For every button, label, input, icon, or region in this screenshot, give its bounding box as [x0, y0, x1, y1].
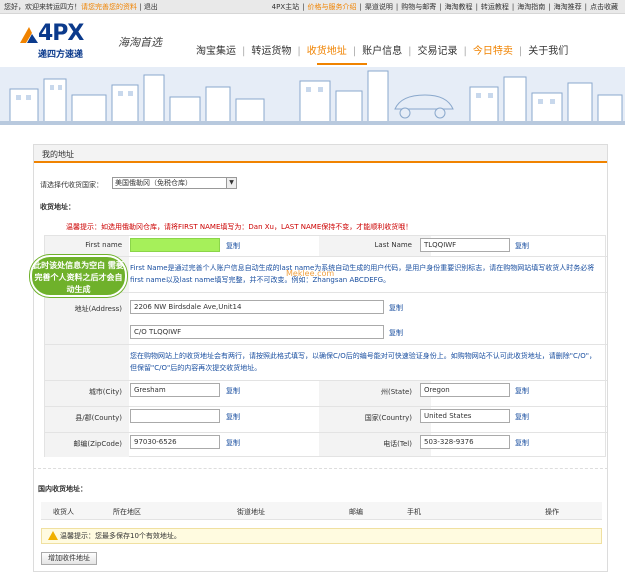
col-region: 所在地区	[113, 508, 141, 516]
top-link-tutorial[interactable]: 海淘教程	[442, 3, 476, 11]
copy-tel-button[interactable]: 复制	[515, 438, 529, 448]
county-label: 县/郡(County)	[75, 414, 122, 422]
col-street: 街道地址	[237, 508, 265, 516]
last-name-label: Last Name	[374, 241, 412, 249]
tel-field[interactable]: 503-328-9376	[420, 435, 510, 449]
slogan: 海淘首选	[118, 36, 162, 49]
country-select[interactable]: 美国俄勒冈（免税仓库） ▼	[112, 177, 237, 189]
address-section-title: 收货地址：	[40, 203, 75, 211]
top-bar-links: 4PX主站 | 价格与服务介绍 | 渠道说明 | 购物与邮寄 | 海淘教程 | 转运教程 | 海淘指南 |…	[269, 0, 621, 14]
copy-address-line1-button[interactable]: 复制	[389, 303, 403, 313]
domestic-address-title: 国内收货地址：	[38, 485, 87, 493]
add-address-button[interactable]: 增加收件地址	[41, 552, 97, 565]
hint-name-format: First Name是通过完善个人账户信息自动生成的last name为系统自动…	[130, 264, 595, 284]
top-link-forwarding-tutorial[interactable]: 转运教程	[478, 3, 512, 11]
copy-state-button[interactable]: 复制	[515, 386, 529, 396]
city-field[interactable]: Gresham	[130, 383, 220, 397]
warning-icon	[48, 531, 58, 540]
nav-account[interactable]: 账户信息	[362, 46, 402, 57]
copy-county-button[interactable]: 复制	[226, 412, 240, 422]
col-actions: 操作	[545, 508, 559, 516]
city-banner	[0, 67, 625, 125]
brand-logo[interactable]: 4PX 递四方速递	[18, 21, 110, 60]
logo-brand: 4PX	[38, 21, 84, 46]
address-label: 地址(Address)	[74, 305, 122, 313]
city-illustration	[0, 67, 625, 125]
copy-last-name-button[interactable]: 复制	[515, 241, 529, 251]
col-recipient: 收货人	[53, 508, 74, 516]
copy-zip-button[interactable]: 复制	[226, 438, 240, 448]
logo-mark-icon	[20, 27, 38, 43]
logout-link[interactable]: 退出	[144, 3, 158, 11]
top-link-pricing[interactable]: 价格与服务介绍	[304, 3, 359, 11]
top-link-channels[interactable]: 渠道说明	[362, 3, 396, 11]
watermark-text: Meklee.com	[286, 269, 335, 278]
address-line2-field[interactable]: C/O TLQQIWF	[130, 325, 384, 339]
domestic-notice: 温馨提示：您最多保存10个有效地址。	[41, 528, 602, 544]
panel-header: 我的地址	[34, 145, 607, 163]
address-line1-field[interactable]: 2206 NW Birdsdale Ave,Unit14	[130, 300, 384, 314]
country-label: 请选择代收货国家：	[40, 181, 103, 189]
nav-daily-deals[interactable]: 今日特卖	[473, 46, 513, 57]
main-nav: 淘宝集运 | 转运货物 | 收货地址 | 账户信息 | 交易记录 | 今日特卖 | 关于我们	[196, 46, 569, 57]
notice-text: 温馨提示：您最多保存10个有效地址。	[60, 532, 181, 540]
profile-link[interactable]: 请您完善您的资料	[81, 3, 137, 11]
nav-address[interactable]: 收货地址	[307, 46, 347, 57]
copy-first-name-button[interactable]: 复制	[226, 241, 240, 251]
first-name-label: First name	[85, 241, 122, 249]
top-link-shopping[interactable]: 购物与邮寄	[398, 3, 439, 11]
top-link-main-site[interactable]: 4PX主站	[269, 3, 302, 11]
top-link-recommend[interactable]: 海淘推荐	[551, 3, 585, 11]
top-bar: 您好，欢迎来转运四方！请您完善您的资料 | 退出 4PX主站 | 价格与服务介绍 | 渠…	[0, 0, 625, 14]
section-divider	[33, 468, 608, 469]
tel-label: 电话(Tel)	[383, 440, 412, 448]
nav-about[interactable]: 关于我们	[528, 46, 568, 57]
copy-city-button[interactable]: 复制	[226, 386, 240, 396]
nav-active-underline	[317, 63, 367, 65]
hint-address-format: 您在购物网站上的收货地址会有两行，请按照此格式填写，以确保C/O后的编号能对可快…	[130, 352, 596, 372]
col-mobile: 手机	[407, 508, 421, 516]
chevron-down-icon: ▼	[226, 178, 236, 188]
nav-taobao[interactable]: 淘宝集运	[196, 46, 236, 57]
zip-label: 邮编(ZipCode)	[73, 440, 122, 448]
county-field[interactable]	[130, 409, 220, 423]
state-field[interactable]: Oregon	[420, 383, 510, 397]
state-label: 州(State)	[381, 388, 412, 396]
nav-transactions[interactable]: 交易记录	[418, 46, 458, 57]
nav-forwarding[interactable]: 转运货物	[251, 46, 291, 57]
top-link-favorite[interactable]: 点击收藏	[587, 3, 621, 11]
country-field-label: 国家(Country)	[364, 414, 412, 422]
top-bar-left: 您好，欢迎来转运四方！请您完善您的资料 | 退出	[4, 3, 158, 11]
annotation-callout: 此时该处信息为空白 需要完善个人资料之后才会自动生成	[30, 255, 127, 297]
domestic-table-header: 收货人 所在地区 街道地址 邮编 手机 操作	[41, 502, 602, 520]
top-link-guide[interactable]: 海淘指南	[514, 3, 548, 11]
panel-title: 我的地址	[42, 150, 74, 159]
country-select-value: 美国俄勒冈（免税仓库）	[115, 179, 192, 187]
first-name-field[interactable]	[130, 238, 220, 252]
city-label: 城市(City)	[88, 388, 122, 396]
header: 4PX 递四方速递 海淘首选 淘宝集运 | 转运货物 | 收货地址 | 账户信息 | 交易记录 |…	[0, 15, 625, 67]
last-name-field[interactable]: TLQQIWF	[420, 238, 510, 252]
zip-field[interactable]: 97030-6526	[130, 435, 220, 449]
hint-oregon: 温馨提示：如选用俄勒冈仓库，请将FIRST NAME填写为：Dan Xu，LAS…	[66, 223, 413, 231]
country-field[interactable]: United States	[420, 409, 510, 423]
copy-address-line2-button[interactable]: 复制	[389, 328, 403, 338]
logo-subtitle: 递四方速递	[38, 50, 84, 60]
welcome-text: 您好，欢迎来转运四方！	[4, 3, 81, 11]
col-zip: 邮编	[349, 508, 363, 516]
copy-country-button[interactable]: 复制	[515, 412, 529, 422]
